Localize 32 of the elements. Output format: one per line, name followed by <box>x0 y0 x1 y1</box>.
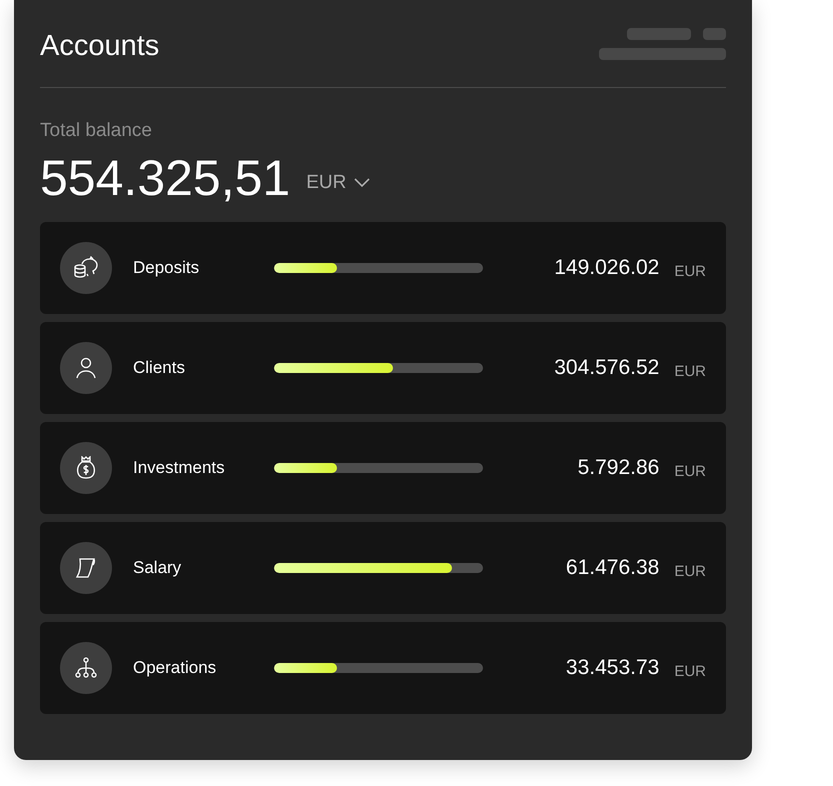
placeholder-bar <box>627 28 691 40</box>
chevron-down-icon <box>354 178 370 188</box>
account-row[interactable]: Salary 61.476.38 EUR <box>40 522 726 614</box>
account-row[interactable]: Operations 33.453.73 EUR <box>40 622 726 714</box>
account-name: Operations <box>133 658 218 678</box>
money-bag-icon <box>76 456 96 480</box>
account-name: Deposits <box>133 258 200 278</box>
account-row[interactable]: Investments 5.792.86 EUR <box>40 422 726 514</box>
account-amount: 149.026.02 <box>554 256 660 280</box>
person-icon <box>76 357 96 379</box>
account-name: Clients <box>133 358 186 378</box>
paper-sheet-icon <box>75 557 97 579</box>
currency-label: EUR <box>674 462 706 480</box>
account-row[interactable]: Clients 304.576.52 EUR <box>40 322 726 414</box>
currency-label: EUR <box>674 662 706 680</box>
currency-label: EUR <box>674 362 706 380</box>
account-amount: 61.476.38 <box>566 556 660 580</box>
currency-label: EUR <box>674 262 706 280</box>
placeholder-bar <box>703 28 726 40</box>
balance-label: Total balance <box>40 120 153 142</box>
balance-amount: 554.325,51 <box>40 149 290 207</box>
card-title: Accounts <box>40 30 160 64</box>
piggy-bank-coins-icon <box>73 256 99 280</box>
currency-dropdown[interactable]: EUR <box>306 172 370 194</box>
account-amount: 5.792.86 <box>578 456 660 480</box>
account-name: Salary <box>133 558 182 578</box>
account-amount: 33.453.73 <box>566 656 660 680</box>
account-row[interactable]: Deposits 149.026.02 EUR <box>40 222 726 314</box>
currency-label: EUR <box>674 562 706 580</box>
account-amount: 304.576.52 <box>554 356 660 380</box>
account-name: Investments <box>133 458 226 478</box>
hierarchy-icon <box>75 657 97 679</box>
